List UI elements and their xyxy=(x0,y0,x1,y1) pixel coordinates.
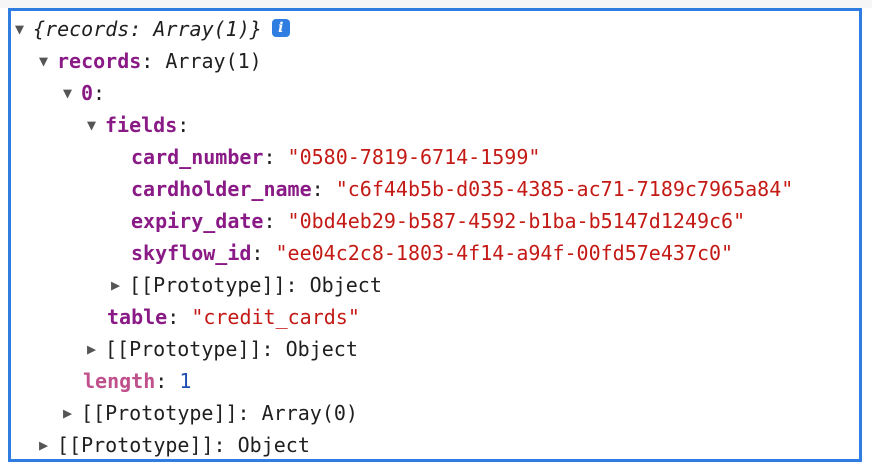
fields-key: fields xyxy=(105,113,178,137)
toolbar-strip xyxy=(0,0,872,8)
field-value: "0bd4eb29-b587-4592-b1ba-b5147d1249c6" xyxy=(287,209,746,233)
field-entry-card-number: card_number: "0580-7819-6714-1599" xyxy=(131,141,540,173)
field-key: card_number xyxy=(131,145,264,169)
info-icon[interactable]: i xyxy=(271,18,290,37)
table-row: table: "credit_cards" xyxy=(107,301,360,333)
field-entry-skyflow-id: skyflow_id: "ee04c2c8-1803-4f14-a94f-00f… xyxy=(131,237,733,269)
colon: : xyxy=(263,209,276,233)
expand-triangle-icon[interactable]: ▼ xyxy=(87,109,105,141)
prototype-text: [[Prototype]]: Object xyxy=(57,433,310,457)
prototype-text: [[Prototype]]: Array(0) xyxy=(81,401,358,425)
collapse-triangle-icon[interactable]: ▶ xyxy=(63,397,81,429)
field-entry-cardholder-name: cardholder_name: "c6f44b5b-d035-4385-ac7… xyxy=(131,173,793,205)
length-value: 1 xyxy=(179,369,192,393)
expand-triangle-icon[interactable]: ▼ xyxy=(15,13,33,45)
field-value: "c6f44b5b-d035-4385-ac71-7189c7965a84" xyxy=(335,177,794,201)
records-value: Array(1) xyxy=(165,49,262,73)
prototype-text: [[Prototype]]: Object xyxy=(105,337,358,361)
root-summary-text: {records: Array(1)} xyxy=(33,17,262,41)
length-key: length xyxy=(83,369,156,393)
collapse-triangle-icon[interactable]: ▶ xyxy=(111,269,129,301)
colon: : xyxy=(251,241,264,265)
colon: : xyxy=(155,369,168,393)
colon: : xyxy=(141,49,154,73)
field-key: skyflow_id xyxy=(131,241,252,265)
colon: : xyxy=(263,145,276,169)
expand-triangle-icon[interactable]: ▼ xyxy=(63,77,81,109)
console-object-view: ▼ {records: Array(1)} i ▼ records: Array(1)… xyxy=(8,8,862,462)
field-value: "ee04c2c8-1803-4f14-a94f-00fd57e437c0" xyxy=(275,241,734,265)
field-entry-expiry-date: expiry_date: "0bd4eb29-b587-4592-b1ba-b5… xyxy=(131,205,745,237)
collapse-triangle-icon[interactable]: ▶ xyxy=(39,429,57,459)
fields-prototype-row[interactable]: ▶ [[Prototype]]: Object xyxy=(111,269,382,301)
collapse-triangle-icon[interactable]: ▶ xyxy=(87,333,105,365)
records-row[interactable]: ▼ records: Array(1) xyxy=(39,45,262,77)
records-key: records xyxy=(57,49,142,73)
item-0-prototype-row[interactable]: ▶ [[Prototype]]: Object xyxy=(87,333,358,365)
field-value: "0580-7819-6714-1599" xyxy=(287,145,541,169)
prototype-text: [[Prototype]]: Object xyxy=(129,273,382,297)
fields-row[interactable]: ▼ fields: xyxy=(87,109,189,141)
root-object-row[interactable]: ▼ {records: Array(1)} i xyxy=(15,13,290,45)
length-row: length: 1 xyxy=(83,365,191,397)
colon: : xyxy=(93,81,106,105)
array-prototype-row[interactable]: ▶ [[Prototype]]: Array(0) xyxy=(63,397,358,429)
root-prototype-row[interactable]: ▶ [[Prototype]]: Object xyxy=(39,429,310,459)
item-0-key: 0 xyxy=(81,81,94,105)
table-value: "credit_cards" xyxy=(191,305,360,329)
field-key: cardholder_name xyxy=(131,177,312,201)
table-key: table xyxy=(107,305,168,329)
colon: : xyxy=(167,305,180,329)
expand-triangle-icon[interactable]: ▼ xyxy=(39,45,57,77)
colon: : xyxy=(177,113,190,137)
colon: : xyxy=(311,177,324,201)
item-0-row[interactable]: ▼ 0: xyxy=(63,77,105,109)
field-key: expiry_date xyxy=(131,209,264,233)
